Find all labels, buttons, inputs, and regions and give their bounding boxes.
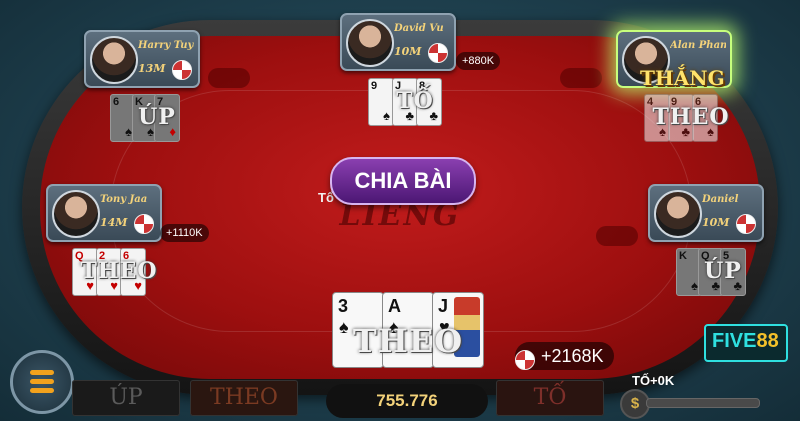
- player-name: Daniel: [702, 194, 739, 205]
- raise-amount-label: TỐ+0K: [632, 373, 675, 388]
- seat-slot: [208, 68, 250, 88]
- seat-slot: [560, 68, 602, 88]
- pot-amount: 755.776: [326, 384, 488, 418]
- brand-logo: FIVE88: [704, 324, 788, 362]
- player-panel-david[interactable]: David Vu 10M: [340, 13, 456, 71]
- call-button[interactable]: THEO: [190, 380, 298, 416]
- gain-badge: +1110K: [160, 224, 209, 242]
- hand-alan: 4 ♠ 9 ♣ 6 ♠ THEO: [644, 94, 738, 142]
- seat-slot: [596, 226, 638, 246]
- player-panel-daniel[interactable]: Daniel 10M: [648, 184, 764, 242]
- hand-daniel: K ♠ Q ♣ 5 ♣ ÚP: [676, 248, 770, 296]
- avatar: [52, 190, 100, 238]
- player-name: Harry Tuyen: [138, 40, 194, 51]
- raise-button[interactable]: TỐ: [496, 380, 604, 416]
- brand-part1: FIVE: [712, 330, 757, 352]
- player-money: 10M: [394, 45, 422, 58]
- gain-badge: +880K: [456, 52, 501, 70]
- my-hand[interactable]: 3 ♠ A ♠ J ♥ THEO: [332, 292, 484, 368]
- player-money: 13M: [138, 62, 166, 75]
- action-label: ÚP: [138, 104, 176, 130]
- hand-tony: Q ♥ 2 ♥ 6 ♥ THEO: [72, 248, 166, 296]
- hand-harry: 6 ♠ K ♠ 7 ♦ ÚP: [110, 94, 204, 142]
- deal-button[interactable]: CHIA BÀI: [330, 157, 476, 205]
- chip-icon: [515, 350, 535, 370]
- chip-icon: [736, 214, 756, 234]
- chip-icon: [172, 60, 192, 80]
- player-money: 10M: [702, 216, 730, 229]
- fold-button[interactable]: ÚP: [72, 380, 180, 416]
- action-label: THEO: [80, 258, 158, 284]
- player-money: 14M: [100, 216, 128, 229]
- menu-button[interactable]: [10, 350, 74, 414]
- player-name: David Vu: [394, 23, 444, 34]
- hand-david: 9 ♠ J ♣ 8 ♣ TỐ: [368, 78, 462, 126]
- my-action-label: THEO: [352, 322, 464, 360]
- action-label: TỐ: [396, 88, 434, 114]
- action-label: ÚP: [704, 258, 742, 284]
- avatar: [90, 36, 138, 84]
- chip-icon: [428, 43, 448, 63]
- chip-icon: [134, 214, 154, 234]
- player-name: Tony Jaa: [100, 194, 148, 205]
- my-gain: +2168K: [515, 342, 614, 370]
- avatar: [346, 19, 394, 67]
- player-panel-harry[interactable]: Harry Tuyen 13M: [84, 30, 200, 88]
- player-panel-tony[interactable]: Tony Jaa 14M: [46, 184, 162, 242]
- action-label: THEO: [652, 104, 730, 130]
- winner-badge: THẮNG: [640, 66, 725, 90]
- avatar: [654, 190, 702, 238]
- brand-part2: 88: [756, 330, 779, 352]
- player-name: Alan Pham: [670, 40, 726, 51]
- raise-slider[interactable]: [646, 398, 760, 408]
